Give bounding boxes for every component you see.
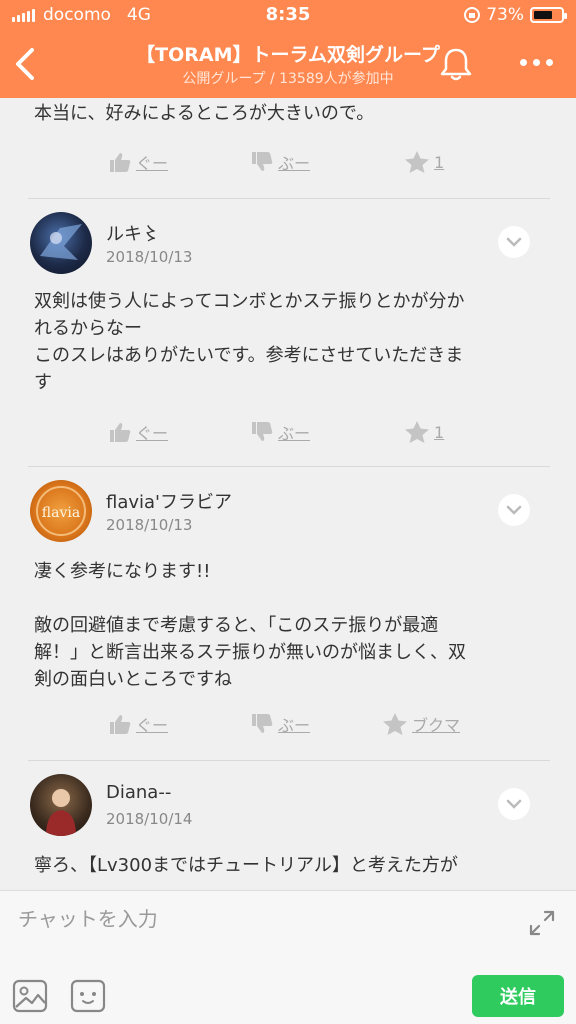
group-title: 【TORAM】トーラム双剣グループ (136, 44, 440, 66)
post-text: 本当に、好みによるところが大きいので。 (34, 100, 534, 127)
post-text-line (34, 585, 534, 612)
post-menu-button[interactable] (498, 494, 530, 526)
chevron-down-icon (506, 237, 522, 247)
avatar[interactable] (30, 774, 92, 836)
more-options-button[interactable] (516, 52, 556, 72)
good-button[interactable]: ぐー (108, 712, 168, 736)
post-date: 2018/10/14 (106, 810, 193, 828)
post-text-line: このスレはありがたいです。参考にさせていただきま (34, 345, 464, 366)
avatar-image (40, 224, 82, 260)
rotation-lock-icon (464, 7, 481, 23)
bell-icon (440, 48, 472, 81)
username[interactable]: ルキ〻 (106, 220, 160, 246)
avatar[interactable]: flavia (30, 480, 92, 542)
dot-icon (532, 58, 540, 66)
good-label: ぐー (136, 716, 169, 735)
thumbs-down-icon (252, 422, 273, 441)
message-feed[interactable]: 本当に、好みによるところが大きいので。 ぐー ぶー 1 ルキ〻 2018/10/… (0, 98, 576, 890)
thumbs-up-icon (110, 423, 131, 442)
post-menu-button[interactable] (498, 226, 530, 258)
expand-button[interactable] (528, 909, 556, 937)
username[interactable]: Diana-- (106, 782, 171, 803)
boo-button[interactable]: ぶー (250, 420, 310, 444)
post-date: 2018/10/13 (106, 248, 193, 266)
post-text-line: 寧ろ、【Lv300まではチュートリアル】と考えた方が (34, 855, 458, 876)
image-button[interactable] (12, 979, 48, 1013)
chat-input-bar: 送信 (0, 890, 576, 1024)
avatar-text: flavia (42, 505, 80, 521)
boo-label: ぶー (278, 154, 311, 173)
chat-input[interactable] (18, 903, 498, 935)
post-text: 双剣は使う人によってコンボとかステ振りとかが分か れるからなー このスレはありが… (34, 288, 534, 396)
good-label: ぐー (136, 154, 169, 173)
face-icon (70, 979, 106, 1013)
star-icon (383, 713, 407, 735)
post-text-line: 敵の回避値まで考慮すると、「このステ振りが最適 (34, 615, 439, 636)
post-text: 凄く参考になります!! 敵の回避値まで考慮すると、「このステ振りが最適 解！」と… (34, 558, 534, 693)
thumbs-down-icon (252, 714, 273, 733)
image-icon (12, 979, 48, 1013)
post-text: 寧ろ、【Lv300まではチュートリアル】と考えた方が (34, 852, 534, 879)
thumbs-up-icon (110, 153, 131, 172)
divider (28, 198, 550, 199)
chevron-down-icon (506, 799, 522, 809)
post-text-line: 解！」と断言出来るステ振りが無いのが悩ましく、双 (34, 642, 466, 663)
top-bar: docomo 4G 8:35 73% 【TORAM】トーラム双剣グループ 公開グ… (0, 0, 576, 98)
reaction-bar: ぐー ぶー 1 (0, 420, 576, 460)
chevron-left-icon (16, 48, 34, 80)
boo-label: ぶー (278, 424, 311, 443)
status-bar: docomo 4G 8:35 73% (0, 0, 576, 32)
stamp-button[interactable] (70, 979, 106, 1013)
good-label: ぐー (136, 424, 169, 443)
username[interactable]: flavia'フラビア (106, 488, 232, 514)
reaction-bar: ぐー ぶー ブクマ (0, 712, 576, 752)
group-subtitle: 公開グループ / 13589人が参加中 (182, 71, 394, 87)
expand-icon (529, 910, 555, 936)
chevron-down-icon (506, 505, 522, 515)
battery-percent: 73% (486, 5, 524, 25)
dot-icon (519, 58, 527, 66)
boo-button[interactable]: ぶー (250, 150, 310, 174)
bookmark-button[interactable]: ブクマ (382, 712, 460, 736)
star-button[interactable]: 1 (404, 150, 444, 174)
star-icon (405, 151, 429, 173)
divider (28, 466, 550, 467)
avatar[interactable] (30, 212, 92, 274)
boo-label: ぶー (278, 716, 311, 735)
avatar-image: flavia (36, 486, 86, 536)
good-button[interactable]: ぐー (108, 150, 168, 174)
bookmark-label: ブクマ (412, 716, 461, 735)
thumbs-up-icon (110, 715, 131, 734)
star-button[interactable]: 1 (404, 420, 444, 444)
post-menu-button[interactable] (498, 788, 530, 820)
post-date: 2018/10/13 (106, 516, 193, 534)
dot-icon (545, 58, 553, 66)
post-text-line: す (34, 372, 52, 393)
reaction-bar: ぐー ぶー 1 (0, 150, 576, 190)
good-button[interactable]: ぐー (108, 420, 168, 444)
star-icon (405, 421, 429, 443)
divider (28, 760, 550, 761)
battery-icon (530, 7, 567, 23)
notification-button[interactable] (436, 44, 476, 84)
thumbs-down-icon (252, 152, 273, 171)
star-count: 1 (434, 152, 445, 172)
star-count: 1 (434, 422, 445, 442)
avatar-image (46, 786, 76, 836)
boo-button[interactable]: ぶー (250, 712, 310, 736)
send-button[interactable]: 送信 (472, 975, 564, 1017)
post-text-line: 凄く参考になります!! (34, 561, 211, 582)
back-button[interactable] (8, 42, 44, 86)
post-text-line: 双剣は使う人によってコンボとかステ振りとかが分か (34, 291, 465, 312)
post-text-line: 本当に、好みによるところが大きいので。 (34, 103, 375, 124)
post-text-line: れるからなー (34, 318, 142, 339)
post-text-line: 剣の面白いところですね (34, 669, 232, 690)
